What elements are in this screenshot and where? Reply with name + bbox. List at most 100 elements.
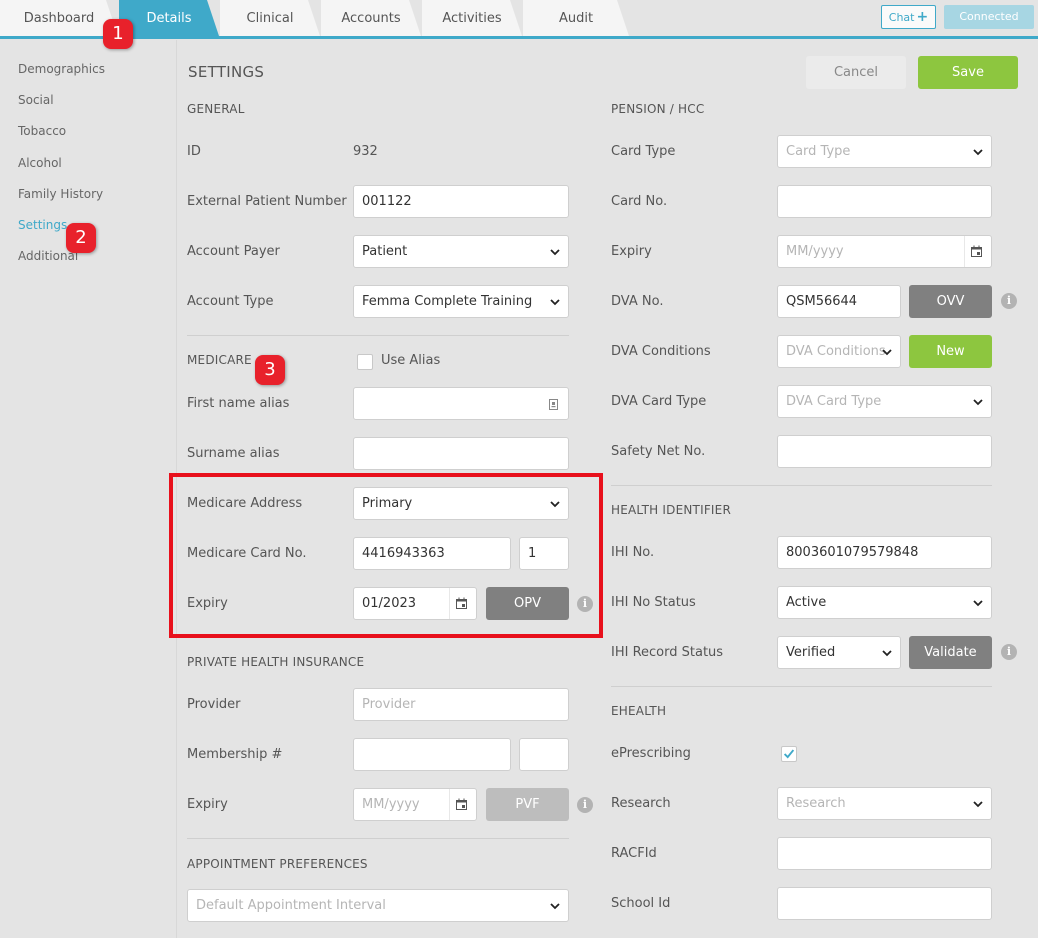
pension-expiry-input[interactable]: MM/yyyy — [777, 235, 992, 268]
tab-label: Clinical — [246, 11, 294, 26]
chevron-down-icon — [973, 801, 983, 808]
ihi-status-select[interactable]: Active — [777, 586, 992, 619]
research-label: Research — [611, 796, 671, 811]
section-divider — [187, 838, 569, 839]
chevron-down-icon — [550, 249, 560, 256]
highlight-box — [169, 473, 603, 638]
calendar-icon[interactable] — [970, 245, 983, 258]
chevron-down-icon — [973, 399, 983, 406]
dva-no-label: DVA No. — [611, 294, 664, 309]
ihi-no-input[interactable]: 8003601079579848 — [777, 536, 992, 569]
ihi-record-status-value: Verified — [786, 645, 836, 660]
tab-label: Details — [146, 11, 192, 26]
first-name-alias-input[interactable] — [353, 387, 569, 420]
provider-input[interactable]: Provider — [353, 688, 569, 721]
tab-clinical[interactable]: Clinical — [220, 0, 320, 36]
membership-input[interactable] — [353, 738, 511, 771]
section-divider — [187, 335, 569, 336]
tab-label: Audit — [558, 11, 594, 26]
appointment-interval-select[interactable]: Default Appointment Interval — [187, 889, 569, 922]
sidebar-item-social[interactable]: Social — [18, 93, 54, 107]
tab-label: Dashboard — [23, 11, 95, 26]
ovv-button[interactable]: OVV — [909, 285, 992, 318]
dva-card-type-select[interactable]: DVA Card Type — [777, 385, 992, 418]
card-type-label: Card Type — [611, 144, 676, 159]
tab-dashboard[interactable]: Dashboard — [0, 0, 118, 36]
racfid-input[interactable] — [777, 837, 992, 870]
tab-bar: Dashboard Details Clinical Accounts Acti… — [0, 0, 1038, 40]
tab-audit[interactable]: Audit — [523, 0, 629, 36]
new-dva-condition-button[interactable]: New — [909, 335, 992, 368]
calendar-icon[interactable] — [455, 798, 468, 811]
account-payer-value: Patient — [362, 244, 408, 259]
sidebar-item-tobacco[interactable]: Tobacco — [18, 124, 66, 138]
annotation-badge-3: 3 — [255, 355, 285, 385]
validate-button[interactable]: Validate — [909, 636, 992, 669]
ihi-status-value: Active — [786, 595, 827, 610]
private-expiry-placeholder: MM/yyyy — [362, 797, 420, 812]
private-expiry-label: Expiry — [187, 797, 228, 812]
tab-label: Accounts — [341, 11, 401, 26]
external-patient-number-label: External Patient Number — [187, 194, 347, 209]
sidebar-item-settings[interactable]: Settings — [18, 218, 67, 232]
racfid-label: RACFId — [611, 846, 657, 861]
sidebar-item-demographics[interactable]: Demographics — [18, 62, 105, 76]
private-expiry-input[interactable]: MM/yyyy — [353, 788, 477, 821]
tab-details[interactable]: Details — [119, 0, 219, 36]
account-payer-label: Account Payer — [187, 244, 280, 259]
dva-conditions-placeholder: DVA Conditions — [786, 344, 886, 359]
card-type-select[interactable]: Card Type — [777, 135, 992, 168]
info-icon[interactable]: i — [1001, 293, 1017, 309]
save-button[interactable]: Save — [918, 56, 1018, 89]
account-type-value: Femma Complete Training — [362, 294, 533, 309]
page-title: SETTINGS — [188, 63, 265, 81]
medicare-heading: MEDICARE — [187, 353, 252, 367]
pension-expiry-label: Expiry — [611, 244, 652, 259]
safety-net-input[interactable] — [777, 435, 992, 468]
dva-conditions-select[interactable]: DVA Conditions — [777, 335, 901, 368]
pension-heading: PENSION / HCC — [611, 102, 705, 116]
school-id-input[interactable] — [777, 887, 992, 920]
health-identifier-heading: HEALTH IDENTIFIER — [611, 503, 731, 517]
sidebar-item-alcohol[interactable]: Alcohol — [18, 156, 62, 170]
chevron-down-icon — [882, 349, 892, 356]
surname-alias-label: Surname alias — [187, 446, 280, 461]
research-select[interactable]: Research — [777, 787, 992, 820]
annotation-badge-1: 1 — [103, 19, 133, 49]
sidebar-item-family-history[interactable]: Family History — [18, 187, 103, 201]
appointment-heading: APPOINTMENT PREFERENCES — [187, 857, 368, 871]
tab-accounts[interactable]: Accounts — [321, 0, 421, 36]
dva-conditions-label: DVA Conditions — [611, 344, 711, 359]
dva-card-type-placeholder: DVA Card Type — [786, 394, 882, 409]
chevron-down-icon — [882, 650, 892, 657]
surname-alias-input[interactable] — [353, 437, 569, 470]
account-payer-select[interactable]: Patient — [353, 235, 569, 268]
membership-suffix-input[interactable] — [519, 738, 569, 771]
chevron-down-icon — [973, 149, 983, 156]
annotation-badge-2: 2 — [66, 223, 96, 253]
checkmark-icon — [783, 749, 795, 759]
dva-no-input[interactable]: QSM56644 — [777, 285, 901, 318]
chevron-down-icon — [550, 299, 560, 306]
pvf-button[interactable]: PVF — [486, 788, 569, 821]
use-alias-checkbox[interactable] — [357, 354, 373, 370]
school-id-label: School Id — [611, 896, 671, 911]
external-patient-number-input[interactable]: 001122 — [353, 185, 569, 218]
chat-button[interactable]: Chat + — [881, 5, 936, 29]
account-type-select[interactable]: Femma Complete Training — [353, 285, 569, 318]
appointment-interval-placeholder: Default Appointment Interval — [196, 898, 386, 913]
info-icon[interactable]: i — [1001, 644, 1017, 660]
ehealth-heading: EHEALTH — [611, 704, 667, 718]
contact-card-icon — [549, 399, 558, 410]
eprescribing-checkbox[interactable] — [781, 746, 797, 762]
field-separator — [964, 236, 965, 267]
cancel-button[interactable]: Cancel — [806, 56, 906, 89]
ihi-record-status-select[interactable]: Verified — [777, 636, 901, 669]
info-icon[interactable]: i — [577, 797, 593, 813]
pension-expiry-placeholder: MM/yyyy — [786, 244, 844, 259]
card-no-input[interactable] — [777, 185, 992, 218]
id-label: ID — [187, 144, 201, 159]
tab-activities[interactable]: Activities — [422, 0, 522, 36]
connection-status-button[interactable]: Connected — [944, 5, 1034, 29]
section-divider — [611, 485, 992, 486]
